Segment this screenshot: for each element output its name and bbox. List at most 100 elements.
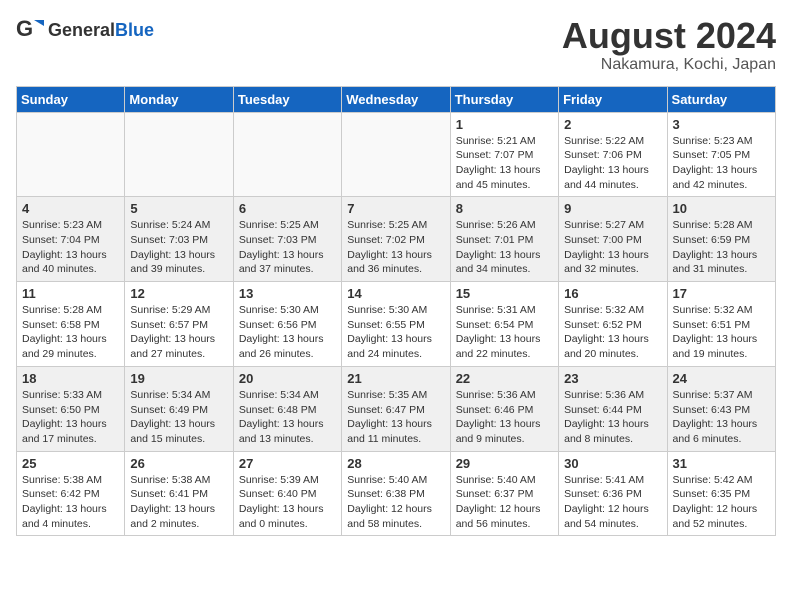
day-number: 17 <box>673 286 770 301</box>
day-number: 9 <box>564 201 661 216</box>
day-number: 18 <box>22 371 119 386</box>
day-number: 19 <box>130 371 227 386</box>
day-info: Sunrise: 5:39 AM Sunset: 6:40 PM Dayligh… <box>239 473 336 532</box>
day-info: Sunrise: 5:21 AM Sunset: 7:07 PM Dayligh… <box>456 134 553 193</box>
month-year-title: August 2024 <box>562 16 776 56</box>
day-info: Sunrise: 5:41 AM Sunset: 6:36 PM Dayligh… <box>564 473 661 532</box>
calendar-cell: 10 Sunrise: 5:28 AM Sunset: 6:59 PM Dayli… <box>667 197 775 282</box>
calendar-cell: 24Sunrise: 5:37 AM Sunset: 6:43 PM Dayli… <box>667 366 775 451</box>
weekday-header-saturday: Saturday <box>667 86 775 112</box>
day-info: Sunrise: 5:38 AM Sunset: 6:41 PM Dayligh… <box>130 473 227 532</box>
weekday-header-monday: Monday <box>125 86 233 112</box>
calendar-week-row: 1 Sunrise: 5:21 AM Sunset: 7:07 PM Daylig… <box>17 112 776 197</box>
calendar-cell: 1 Sunrise: 5:21 AM Sunset: 7:07 PM Daylig… <box>450 112 558 197</box>
calendar-cell: 14Sunrise: 5:30 AM Sunset: 6:55 PM Dayli… <box>342 282 450 367</box>
calendar-cell: 23 Sunrise: 5:36 AM Sunset: 6:44 PM Dayli… <box>559 366 667 451</box>
day-number: 24 <box>673 371 770 386</box>
calendar-cell: 20 Sunrise: 5:34 AM Sunset: 6:48 PM Dayli… <box>233 366 341 451</box>
calendar-cell: 18 Sunrise: 5:33 AM Sunset: 6:50 PM Dayli… <box>17 366 125 451</box>
day-number: 21 <box>347 371 444 386</box>
day-number: 11 <box>22 286 119 301</box>
day-info: Sunrise: 5:24 AM Sunset: 7:03 PM Dayligh… <box>130 218 227 277</box>
day-number: 2 <box>564 117 661 132</box>
calendar-cell: 15 Sunrise: 5:31 AM Sunset: 6:54 PM Dayli… <box>450 282 558 367</box>
calendar-cell: 30 Sunrise: 5:41 AM Sunset: 6:36 PM Dayli… <box>559 451 667 536</box>
calendar-cell: 8 Sunrise: 5:26 AM Sunset: 7:01 PM Daylig… <box>450 197 558 282</box>
day-info: Sunrise: 5:23 AM Sunset: 7:04 PM Dayligh… <box>22 218 119 277</box>
calendar-week-row: 11 Sunrise: 5:28 AM Sunset: 6:58 PM Dayli… <box>17 282 776 367</box>
day-info: Sunrise: 5:33 AM Sunset: 6:50 PM Dayligh… <box>22 388 119 447</box>
day-number: 22 <box>456 371 553 386</box>
day-number: 4 <box>22 201 119 216</box>
logo-icon: G <box>16 16 44 44</box>
calendar-cell: 25Sunrise: 5:38 AM Sunset: 6:42 PM Dayli… <box>17 451 125 536</box>
logo-general-text: General <box>48 20 115 40</box>
calendar-week-row: 4 Sunrise: 5:23 AM Sunset: 7:04 PM Daylig… <box>17 197 776 282</box>
calendar-cell: 12 Sunrise: 5:29 AM Sunset: 6:57 PM Dayli… <box>125 282 233 367</box>
day-info: Sunrise: 5:40 AM Sunset: 6:38 PM Dayligh… <box>347 473 444 532</box>
day-number: 15 <box>456 286 553 301</box>
day-number: 20 <box>239 371 336 386</box>
day-info: Sunrise: 5:28 AM Sunset: 6:58 PM Dayligh… <box>22 303 119 362</box>
calendar-cell: 13Sunrise: 5:30 AM Sunset: 6:56 PM Dayli… <box>233 282 341 367</box>
calendar-week-row: 18 Sunrise: 5:33 AM Sunset: 6:50 PM Dayli… <box>17 366 776 451</box>
day-info: Sunrise: 5:22 AM Sunset: 7:06 PM Dayligh… <box>564 134 661 193</box>
location-subtitle: Nakamura, Kochi, Japan <box>562 56 776 74</box>
day-info: Sunrise: 5:25 AM Sunset: 7:03 PM Dayligh… <box>239 218 336 277</box>
day-number: 13 <box>239 286 336 301</box>
calendar-cell: 11 Sunrise: 5:28 AM Sunset: 6:58 PM Dayli… <box>17 282 125 367</box>
day-info: Sunrise: 5:34 AM Sunset: 6:49 PM Dayligh… <box>130 388 227 447</box>
day-info: Sunrise: 5:25 AM Sunset: 7:02 PM Dayligh… <box>347 218 444 277</box>
day-number: 1 <box>456 117 553 132</box>
day-number: 3 <box>673 117 770 132</box>
day-number: 30 <box>564 456 661 471</box>
day-info: Sunrise: 5:29 AM Sunset: 6:57 PM Dayligh… <box>130 303 227 362</box>
weekday-header-row: SundayMondayTuesdayWednesdayThursdayFrid… <box>17 86 776 112</box>
day-number: 29 <box>456 456 553 471</box>
day-info: Sunrise: 5:34 AM Sunset: 6:48 PM Dayligh… <box>239 388 336 447</box>
day-number: 25 <box>22 456 119 471</box>
weekday-header-friday: Friday <box>559 86 667 112</box>
title-area: August 2024 Nakamura, Kochi, Japan <box>562 16 776 74</box>
calendar-cell: 9 Sunrise: 5:27 AM Sunset: 7:00 PM Daylig… <box>559 197 667 282</box>
day-number: 14 <box>347 286 444 301</box>
calendar-cell <box>17 112 125 197</box>
day-info: Sunrise: 5:42 AM Sunset: 6:35 PM Dayligh… <box>673 473 770 532</box>
calendar-cell: 7 Sunrise: 5:25 AM Sunset: 7:02 PM Daylig… <box>342 197 450 282</box>
logo-blue-text: Blue <box>115 20 154 40</box>
page-header: G GeneralBlue August 2024 Nakamura, Koch… <box>16 16 776 74</box>
day-number: 16 <box>564 286 661 301</box>
day-number: 23 <box>564 371 661 386</box>
day-number: 10 <box>673 201 770 216</box>
calendar-cell: 19 Sunrise: 5:34 AM Sunset: 6:49 PM Dayli… <box>125 366 233 451</box>
day-number: 5 <box>130 201 227 216</box>
day-info: Sunrise: 5:28 AM Sunset: 6:59 PM Dayligh… <box>673 218 770 277</box>
day-info: Sunrise: 5:32 AM Sunset: 6:51 PM Dayligh… <box>673 303 770 362</box>
calendar-cell: 31 Sunrise: 5:42 AM Sunset: 6:35 PM Dayli… <box>667 451 775 536</box>
calendar-cell: 27 Sunrise: 5:39 AM Sunset: 6:40 PM Dayli… <box>233 451 341 536</box>
calendar-cell: 21 Sunrise: 5:35 AM Sunset: 6:47 PM Dayli… <box>342 366 450 451</box>
calendar-cell: 29 Sunrise: 5:40 AM Sunset: 6:37 PM Dayli… <box>450 451 558 536</box>
logo: G GeneralBlue <box>16 16 154 44</box>
weekday-header-thursday: Thursday <box>450 86 558 112</box>
calendar-cell: 6Sunrise: 5:25 AM Sunset: 7:03 PM Daylig… <box>233 197 341 282</box>
day-number: 27 <box>239 456 336 471</box>
calendar-cell: 3 Sunrise: 5:23 AM Sunset: 7:05 PM Daylig… <box>667 112 775 197</box>
calendar-cell: 2 Sunrise: 5:22 AM Sunset: 7:06 PM Daylig… <box>559 112 667 197</box>
day-info: Sunrise: 5:32 AM Sunset: 6:52 PM Dayligh… <box>564 303 661 362</box>
svg-text:G: G <box>16 16 33 41</box>
day-info: Sunrise: 5:27 AM Sunset: 7:00 PM Dayligh… <box>564 218 661 277</box>
day-number: 7 <box>347 201 444 216</box>
day-info: Sunrise: 5:40 AM Sunset: 6:37 PM Dayligh… <box>456 473 553 532</box>
day-info: Sunrise: 5:36 AM Sunset: 6:44 PM Dayligh… <box>564 388 661 447</box>
day-info: Sunrise: 5:31 AM Sunset: 6:54 PM Dayligh… <box>456 303 553 362</box>
day-number: 12 <box>130 286 227 301</box>
day-info: Sunrise: 5:23 AM Sunset: 7:05 PM Dayligh… <box>673 134 770 193</box>
day-number: 8 <box>456 201 553 216</box>
day-number: 26 <box>130 456 227 471</box>
day-info: Sunrise: 5:26 AM Sunset: 7:01 PM Dayligh… <box>456 218 553 277</box>
day-info: Sunrise: 5:36 AM Sunset: 6:46 PM Dayligh… <box>456 388 553 447</box>
calendar-cell: 17 Sunrise: 5:32 AM Sunset: 6:51 PM Dayli… <box>667 282 775 367</box>
day-info: Sunrise: 5:35 AM Sunset: 6:47 PM Dayligh… <box>347 388 444 447</box>
day-number: 31 <box>673 456 770 471</box>
